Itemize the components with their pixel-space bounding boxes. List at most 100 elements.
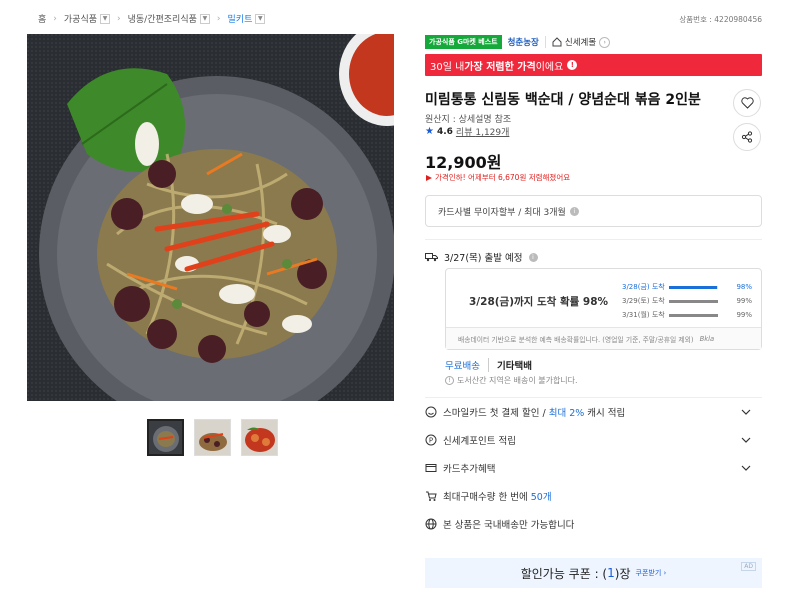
smilecard-prefix: 스마일카드 첫 결제 할인 / (443, 408, 549, 419)
smilecard-suffix: 캐시 적립 (584, 408, 626, 419)
domestic-shipping-text: 본 상품은 국내배송만 가능합니다 (443, 520, 575, 531)
heart-icon (740, 97, 754, 109)
free-shipping-label: 무료배송 (445, 361, 480, 372)
coupon-suffix: )장 (614, 566, 631, 581)
home-icon (552, 37, 562, 47)
shop-label: 신세계몰 (564, 38, 597, 48)
price-down-icon (426, 174, 432, 181)
max-quantity-info: 최대구매수량 한 번에 50개 (425, 482, 762, 510)
info-icon[interactable]: i (528, 252, 538, 262)
probability-percent: 99% (736, 311, 752, 319)
breadcrumb-category-3[interactable]: 밀키트 ▼ (228, 12, 266, 25)
benefit-point[interactable]: P 신세계포인트 적립 (425, 426, 762, 454)
installment-text: 카드사별 무이자할부 / 최대 3개월 (438, 207, 566, 218)
rating-summary: ★ 4.6 리뷰 1,129개 (425, 125, 762, 138)
smilecard-highlight: 최대 2% (548, 408, 585, 419)
max-quantity-value: 50개 (530, 492, 552, 503)
price-drop-note: 가격인하! 어제부터 6,670원 저렴해졌어요 (425, 172, 762, 183)
probability-percent: 99% (736, 297, 752, 305)
courier-label: 기타택배 (487, 358, 532, 372)
share-button[interactable] (733, 123, 761, 151)
thumbnail-image (149, 421, 182, 454)
probability-bar-fill (668, 313, 718, 317)
divider (425, 239, 762, 240)
thumbnail-2[interactable] (194, 419, 231, 456)
point-icon: P (425, 434, 437, 446)
farm-seller-link[interactable]: 청춘농장 (508, 36, 539, 48)
main-product-image[interactable] (27, 34, 394, 401)
probability-footnote-brand: Bkla (699, 334, 715, 343)
chevron-down-icon[interactable] (740, 406, 752, 418)
chevron-down-icon[interactable]: ▼ (255, 13, 266, 24)
chevron-down-icon[interactable] (740, 462, 752, 474)
breadcrumb-home-label[interactable]: 홈 (38, 12, 46, 25)
thumbnail-image (242, 420, 277, 455)
point-text: 신세계포인트 적립 (443, 436, 516, 447)
probability-rows: 3/28(금) 도착 98% 3/29(토) 도착 99% 3/31(월) 도착 99% (622, 280, 752, 322)
product-price: 12,900원 (425, 153, 502, 172)
shipping-date: 3/27(목) 출발 예정 (444, 253, 523, 264)
breadcrumb-separator: › (117, 13, 121, 24)
coupon-count: 1 (607, 566, 615, 580)
max-quantity-prefix: 최대구매수량 한 번에 (443, 492, 531, 503)
share-icon (741, 131, 753, 143)
coupon-prefix: 할인가능 쿠폰 : ( (520, 566, 608, 581)
breadcrumb-category-3-label[interactable]: 밀키트 (228, 12, 253, 25)
breadcrumb-home[interactable]: 홈 (38, 12, 46, 25)
shipping-date-row: 3/27(목) 출발 예정 i (425, 250, 762, 264)
benefit-smilecard[interactable]: 스마일카드 첫 결제 할인 / 최대 2% 캐시 적립 (425, 398, 762, 426)
probability-bar (668, 299, 719, 303)
chevron-down-icon[interactable] (740, 434, 752, 446)
max-quantity-text: 최대구매수량 한 번에 50개 (443, 489, 552, 503)
probability-row: 3/31(월) 도착 99% (622, 308, 752, 322)
breadcrumb-category-2[interactable]: 냉동/간편조리식품 ▼ (128, 12, 210, 25)
chevron-down-icon[interactable]: ▼ (100, 13, 111, 24)
breadcrumb-category-2-label[interactable]: 냉동/간편조리식품 (128, 12, 197, 25)
seller-badges: 가공식품 G마켓 베스트 청춘농장 신세계몰 › (425, 35, 762, 49)
thumbnail-1[interactable] (147, 419, 184, 456)
review-count[interactable]: 1,129개 (475, 128, 509, 138)
review-link[interactable]: 리뷰 1,129개 (456, 125, 509, 138)
svg-text:P: P (429, 437, 433, 445)
cart-icon (426, 491, 437, 501)
lowest-price-banner: 30일 내 가장 저렴한 가격 이에요 ! (425, 54, 762, 76)
smile-icon (425, 406, 437, 418)
chevron-down-icon[interactable]: ▼ (199, 13, 210, 24)
promo-suffix: 이에요 (535, 61, 564, 73)
probability-date: 3/31(월) 도착 (622, 311, 665, 319)
card-icon (425, 464, 437, 472)
probability-date: 3/29(토) 도착 (622, 297, 665, 305)
globe-icon (425, 518, 437, 530)
breadcrumb-separator: › (216, 13, 221, 24)
probability-bar (668, 285, 719, 289)
installment-info[interactable]: 카드사별 무이자할부 / 최대 3개월 i (425, 195, 762, 227)
breadcrumb-separator: › (53, 13, 57, 24)
delivery-restriction-text: 도서산간 지역은 배송이 불가합니다. (457, 376, 578, 385)
thumbnail-list (147, 419, 278, 456)
probability-footnote-text: 배송데이터 기반으로 분석한 예측 배송확률입니다. (영업일 기준, 주말/공… (458, 335, 694, 344)
info-icon[interactable]: i (569, 206, 579, 216)
breadcrumb-category-1-label[interactable]: 가공식품 (64, 12, 97, 25)
wishlist-button[interactable] (733, 89, 761, 117)
probability-percent: 98% (736, 283, 752, 291)
benefit-list: 스마일카드 첫 결제 할인 / 최대 2% 캐시 적립 P 신세계포인트 적립 … (425, 398, 762, 538)
ad-tag: AD (741, 562, 756, 571)
card-benefit-text: 카드추가혜택 (443, 464, 496, 475)
coupon-banner[interactable]: 할인가능 쿠폰 : (1)장 쿠폰받기 › AD (425, 558, 762, 588)
shop-link[interactable]: 신세계몰 › (544, 36, 611, 48)
info-icon[interactable]: ! (567, 60, 578, 70)
origin-info: 원산지 : 상세설명 참조 (425, 115, 512, 125)
benefit-card[interactable]: 카드추가혜택 (425, 454, 762, 482)
probability-bar-fill (668, 285, 718, 289)
breadcrumb: 홈 › 가공식품 ▼ › 냉동/간편조리식품 ▼ › 밀키트 ▼ (38, 12, 266, 25)
gmarket-best-badge: 가공식품 G마켓 베스트 (425, 35, 502, 49)
review-label[interactable]: 리뷰 (456, 128, 473, 138)
breadcrumb-category-1[interactable]: 가공식품 ▼ (64, 12, 111, 25)
probability-bar-fill (668, 299, 718, 303)
coupon-get-link[interactable]: 쿠폰받기 › (636, 568, 667, 578)
rating-score: 4.6 (436, 126, 453, 137)
probability-row: 3/29(토) 도착 99% (622, 294, 752, 308)
thumbnail-3[interactable] (241, 419, 278, 456)
thumbnail-image (195, 420, 230, 455)
delivery-method: 무료배송 기타택배 (445, 358, 782, 372)
